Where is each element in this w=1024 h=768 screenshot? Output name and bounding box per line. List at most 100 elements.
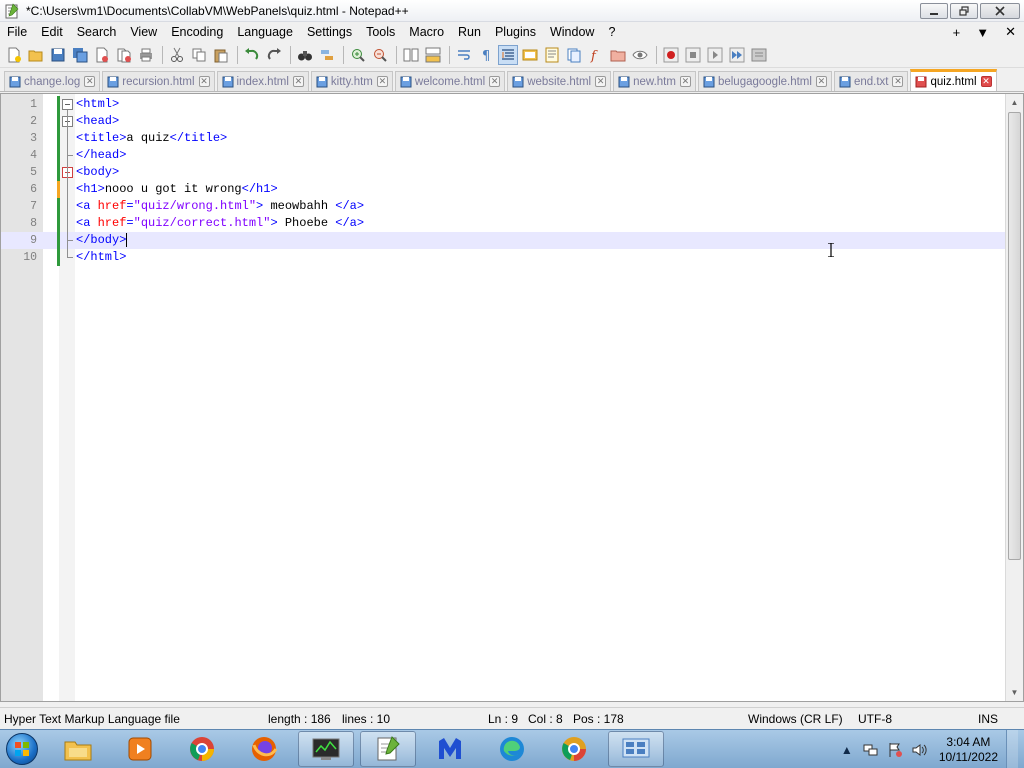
action-center-flag-icon[interactable]: [887, 742, 903, 758]
cut-button[interactable]: [167, 45, 187, 65]
replace-button[interactable]: [317, 45, 337, 65]
tab-close-button[interactable]: ✕: [376, 76, 388, 87]
tab-website-html[interactable]: website.html ✕: [507, 71, 612, 91]
tab-close-button[interactable]: ✕: [595, 76, 607, 87]
fold-html-toggle[interactable]: [62, 99, 73, 110]
taskbar-chrome-canary[interactable]: [546, 731, 602, 767]
start-button[interactable]: [0, 730, 44, 768]
menu-file[interactable]: File: [0, 22, 34, 42]
tab-close-button[interactable]: ✕: [679, 76, 691, 87]
new-file-button[interactable]: [4, 45, 24, 65]
status-insert-mode[interactable]: INS: [978, 712, 998, 726]
menu-search[interactable]: Search: [70, 22, 124, 42]
tab-close-button[interactable]: ✕: [815, 76, 827, 87]
tab-close-button[interactable]: ✕: [980, 76, 992, 87]
show-all-chars-button[interactable]: ¶: [476, 45, 496, 65]
sync-vertical-button[interactable]: [401, 45, 421, 65]
close-all-button[interactable]: [114, 45, 134, 65]
menu-edit[interactable]: Edit: [34, 22, 70, 42]
print-button[interactable]: [136, 45, 156, 65]
copy-button[interactable]: [189, 45, 209, 65]
close-file-button[interactable]: [92, 45, 112, 65]
tab-kitty-htm[interactable]: kitty.htm ✕: [310, 71, 393, 91]
taskbar-task-manager[interactable]: [298, 731, 354, 767]
code-editor[interactable]: 1 <html> 2 <head> 3 <title>a quiz</title> 4 </h…: [0, 93, 1024, 702]
tab-recursion-html[interactable]: recursion.html ✕: [102, 71, 215, 91]
tab-index-html[interactable]: index.html ✕: [216, 71, 309, 91]
scrollbar-thumb[interactable]: [1008, 112, 1021, 560]
zoom-in-button[interactable]: [348, 45, 368, 65]
tab-close-button[interactable]: ✕: [489, 76, 501, 87]
show-hidden-icons-button[interactable]: ▲: [839, 742, 855, 758]
code-line[interactable]: 6 <h1>nooo u got it wrong</h1>: [1, 181, 1005, 198]
tab-quiz-html[interactable]: quiz.html ✕: [910, 69, 997, 91]
user-language-button[interactable]: [520, 45, 540, 65]
scroll-down-arrow[interactable]: ▼: [1006, 684, 1023, 701]
taskbar-media-player[interactable]: [112, 731, 168, 767]
taskbar-file-explorer[interactable]: [50, 731, 106, 767]
code-line[interactable]: 9 </body>: [1, 232, 1005, 249]
tab-welcome-html[interactable]: welcome.html ✕: [394, 71, 506, 91]
menu-plugins[interactable]: Plugins: [488, 22, 543, 42]
save-button[interactable]: [48, 45, 68, 65]
menu-window[interactable]: Window: [543, 22, 601, 42]
zoom-out-button[interactable]: [370, 45, 390, 65]
indent-guide-button[interactable]: [498, 44, 518, 65]
show-desktop-button[interactable]: [1006, 730, 1018, 768]
menu-run[interactable]: Run: [451, 22, 488, 42]
sync-horizontal-button[interactable]: [423, 45, 443, 65]
tab-close-button[interactable]: ✕: [198, 76, 210, 87]
taskbar-malwarebytes[interactable]: [422, 731, 478, 767]
monitoring-button[interactable]: [630, 45, 650, 65]
tab-close-button[interactable]: ✕: [892, 76, 904, 87]
close-document-button[interactable]: ✕: [1005, 24, 1016, 40]
doc-list-button[interactable]: [564, 45, 584, 65]
code-line[interactable]: 7 <a href="quiz/wrong.html"> meowbahh </a…: [1, 198, 1005, 215]
restore-button[interactable]: [950, 2, 978, 19]
code-line[interactable]: 10 </html>: [1, 249, 1005, 266]
menu-language[interactable]: Language: [230, 22, 300, 42]
volume-icon[interactable]: [911, 742, 927, 758]
redo-button[interactable]: [264, 45, 284, 65]
scroll-up-arrow[interactable]: ▲: [1006, 94, 1023, 111]
menu-view[interactable]: View: [123, 22, 164, 42]
tab-end-txt[interactable]: end.txt ✕: [833, 71, 909, 91]
code-line[interactable]: 8 <a href="quiz/correct.html"> Phoebe </a…: [1, 215, 1005, 232]
paste-button[interactable]: [211, 45, 231, 65]
save-all-button[interactable]: [70, 45, 90, 65]
network-icon[interactable]: [863, 742, 879, 758]
tab-close-button[interactable]: ✕: [292, 76, 304, 87]
code-line[interactable]: 1 <html>: [1, 96, 1005, 113]
taskbar-control-panel[interactable]: [608, 731, 664, 767]
taskbar-chrome[interactable]: [174, 731, 230, 767]
menu-help[interactable]: ?: [601, 22, 622, 42]
code-line[interactable]: 3 <title>a quiz</title>: [1, 130, 1005, 147]
word-wrap-button[interactable]: [454, 45, 474, 65]
menu-encoding[interactable]: Encoding: [164, 22, 230, 42]
vertical-scrollbar[interactable]: ▲ ▼: [1005, 94, 1023, 701]
macro-run-multiple-button[interactable]: [727, 45, 747, 65]
code-line[interactable]: 2 <head>: [1, 113, 1005, 130]
status-eol[interactable]: Windows (CR LF): [748, 712, 843, 726]
status-encoding[interactable]: UTF-8: [858, 712, 892, 726]
taskbar-edge[interactable]: [484, 731, 540, 767]
menu-tools[interactable]: Tools: [359, 22, 402, 42]
tab-close-button[interactable]: ✕: [84, 76, 96, 87]
code-line[interactable]: 4 </head>: [1, 147, 1005, 164]
tab-belugagoogle-html[interactable]: belugagoogle.html ✕: [697, 71, 832, 91]
macro-stop-button[interactable]: [683, 45, 703, 65]
close-button[interactable]: [980, 2, 1020, 19]
menu-macro[interactable]: Macro: [402, 22, 451, 42]
tab-new-htm[interactable]: new.htm ✕: [613, 71, 696, 91]
macro-record-button[interactable]: [661, 45, 681, 65]
find-button[interactable]: [295, 45, 315, 65]
clock[interactable]: 3:04 AM 10/11/2022: [939, 735, 998, 765]
doc-map-button[interactable]: [542, 45, 562, 65]
menu-settings[interactable]: Settings: [300, 22, 359, 42]
tab-change-log[interactable]: change.log ✕: [4, 71, 101, 91]
open-file-button[interactable]: [26, 45, 46, 65]
taskbar-notepad-plus-plus[interactable]: [360, 731, 416, 767]
folder-workspace-button[interactable]: [608, 45, 628, 65]
taskbar-firefox[interactable]: [236, 731, 292, 767]
minimize-button[interactable]: [920, 2, 948, 19]
